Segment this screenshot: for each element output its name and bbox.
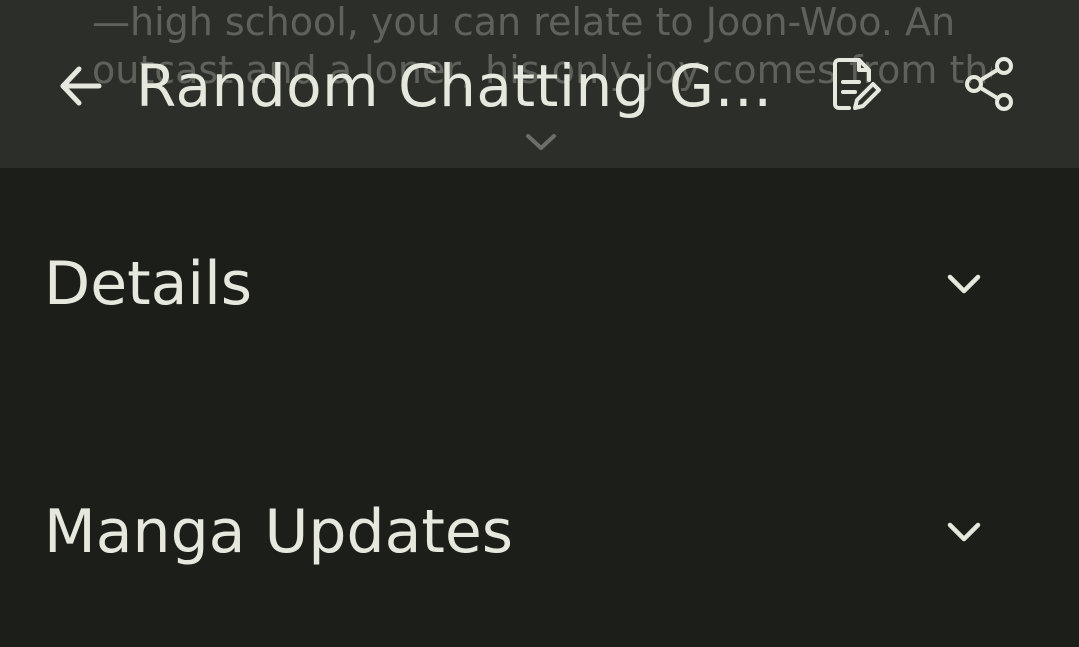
edit-note-icon: [829, 54, 883, 118]
chevron-down-icon: [944, 512, 984, 552]
top-app-bar: Random Chatting Geu...: [0, 40, 1079, 128]
details-section-header[interactable]: Details: [0, 224, 1079, 344]
edit-info-button[interactable]: [826, 54, 886, 118]
manga-updates-section-header[interactable]: Manga Updates: [0, 472, 1079, 592]
app-bar-region: —high school, you can relate to Joon-Woo…: [0, 0, 1079, 168]
chevron-down-icon: [944, 264, 984, 304]
manga-details-screen: —high school, you can relate to Joon-Woo…: [0, 0, 1079, 647]
share-icon: [962, 54, 1018, 118]
share-button[interactable]: [958, 54, 1022, 118]
manga-updates-title: Manga Updates: [44, 497, 514, 567]
expand-more-icon[interactable]: [523, 128, 559, 156]
back-button[interactable]: [52, 60, 108, 116]
details-title: Details: [44, 249, 253, 319]
arrow-back-icon: [55, 61, 105, 115]
page-title: Random Chatting Geu...: [136, 52, 800, 120]
